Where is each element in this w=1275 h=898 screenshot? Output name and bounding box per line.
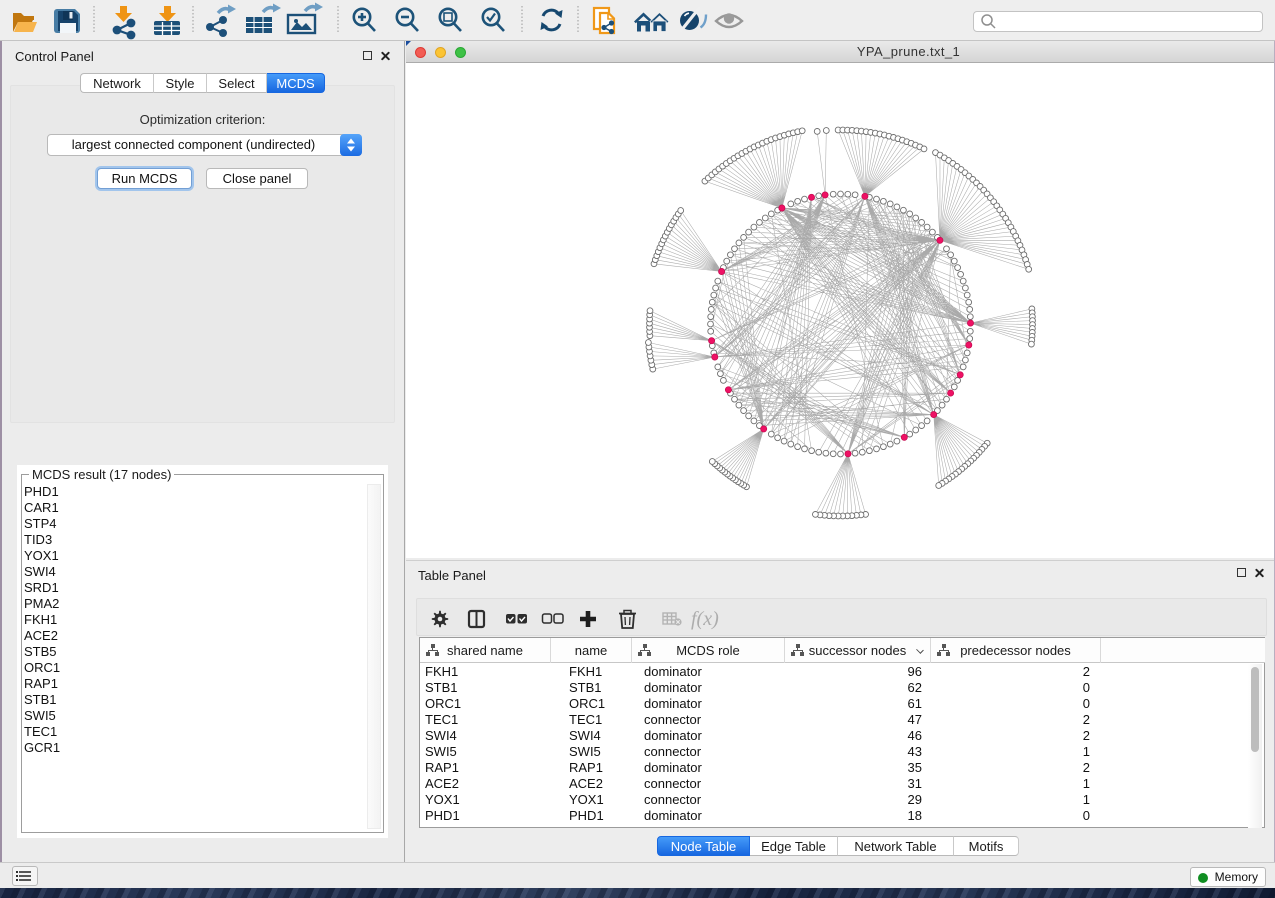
svg-text:f(x): f(x) [691,608,719,630]
